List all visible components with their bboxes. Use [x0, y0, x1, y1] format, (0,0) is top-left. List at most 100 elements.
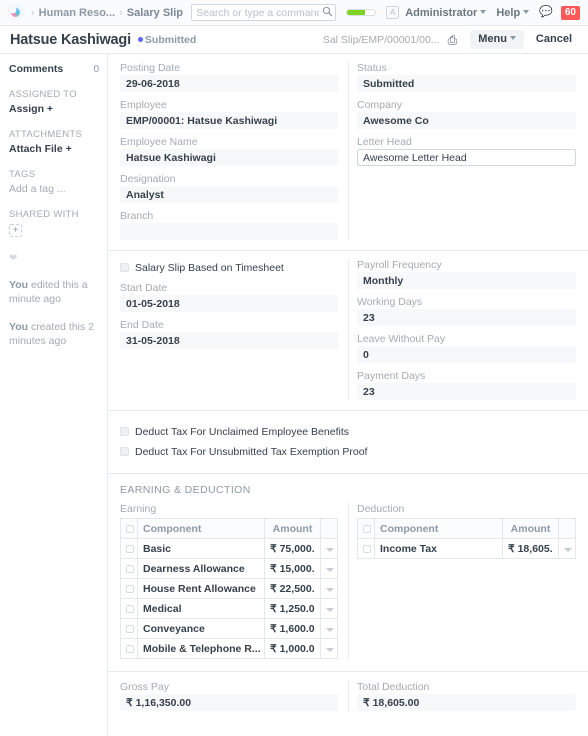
table-row[interactable]: Basic ₹ 75,000. — [120, 538, 338, 559]
field-payment-days[interactable]: 23 — [357, 383, 576, 400]
chat-bubble-icon[interactable]: 💬 — [539, 7, 553, 18]
sidebar-assign-button[interactable]: Assign + — [9, 103, 99, 115]
table-row[interactable]: House Rent Allowance ₹ 22,500. — [120, 578, 338, 599]
field-status[interactable]: Submitted — [357, 75, 576, 92]
frappe-logo-icon[interactable] — [8, 5, 23, 20]
field-total-deduction[interactable]: ₹ 18,605.00 — [357, 694, 576, 711]
checkbox-row-earning[interactable] — [126, 624, 134, 633]
checkbox-row-earning[interactable] — [126, 644, 134, 653]
earning-row-checkbox-cell[interactable] — [120, 598, 138, 619]
checkbox-select-all-deduction[interactable] — [363, 524, 371, 533]
earning-component-cell[interactable]: Mobile & Telephone R... — [137, 638, 265, 659]
deduction-component-cell[interactable]: Income Tax — [374, 538, 503, 559]
earning-row-checkbox-cell[interactable] — [120, 558, 138, 579]
field-letter-head[interactable]: Awesome Letter Head — [357, 149, 576, 166]
form-section-earning-deduction: EARNING & DEDUCTION Earning Component Am… — [108, 474, 588, 672]
sidebar-create-log: You created this 2 minutes ago — [9, 320, 99, 348]
earning-row-menu[interactable] — [320, 558, 338, 579]
field-gross-pay[interactable]: ₹ 1,16,350.00 — [120, 694, 338, 711]
earning-row-checkbox-cell[interactable] — [120, 578, 138, 599]
deduction-amount-cell[interactable]: ₹ 18,605. — [502, 538, 559, 559]
earning-row-checkbox-cell[interactable] — [120, 538, 138, 559]
sidebar-add-tag-button[interactable]: Add a tag ... — [9, 183, 99, 195]
field-working-days[interactable]: 23 — [357, 309, 576, 326]
user-menu[interactable]: Administrator — [405, 7, 487, 19]
chevron-down-icon[interactable] — [326, 627, 334, 632]
breadcrumb-salary-slip[interactable]: Salary Slip — [127, 7, 183, 19]
earning-row-checkbox-cell[interactable] — [120, 618, 138, 639]
unsubmitted-proof-row[interactable]: Deduct Tax For Unsubmitted Tax Exemption… — [120, 445, 374, 459]
field-branch[interactable] — [120, 223, 338, 240]
heart-icon[interactable]: ❤ — [9, 253, 99, 264]
chevron-down-icon[interactable] — [326, 567, 334, 572]
earning-component-cell[interactable]: Basic — [137, 538, 265, 559]
earning-row-menu[interactable] — [320, 598, 338, 619]
checkbox-deduct-tax-unsubmitted-proof[interactable] — [120, 447, 129, 456]
checkbox-salary-slip-timesheet[interactable] — [120, 263, 129, 272]
earning-component-cell[interactable]: House Rent Allowance — [137, 578, 265, 599]
breadcrumb-human-resources[interactable]: Human Reso... — [39, 7, 115, 19]
deduction-amount-header: Amount — [502, 518, 559, 539]
earning-component-cell[interactable]: Conveyance — [137, 618, 265, 639]
earning-row-checkbox-cell[interactable] — [120, 638, 138, 659]
earning-amount-cell[interactable]: ₹ 15,000. — [264, 558, 321, 579]
field-employee-name[interactable]: Hatsue Kashiwagi — [120, 149, 338, 166]
field-start-date[interactable]: 01-05-2018 — [120, 295, 338, 312]
checkbox-row-earning[interactable] — [126, 604, 134, 613]
earning-amount-cell[interactable]: ₹ 75,000. — [264, 538, 321, 559]
menu-button[interactable]: Menu — [470, 30, 524, 49]
earning-component-header: Component — [137, 518, 265, 539]
field-leave-without-pay[interactable]: 0 — [357, 346, 576, 363]
checkbox-row-deduction[interactable] — [363, 544, 371, 553]
chevron-down-icon[interactable] — [326, 547, 334, 552]
earning-row-menu[interactable] — [320, 578, 338, 599]
field-employee[interactable]: EMP/00001: Hatsue Kashiwagi — [120, 112, 338, 129]
deduction-row-checkbox-cell[interactable] — [357, 538, 375, 559]
notification-badge[interactable]: 60 — [560, 5, 580, 20]
earning-component-cell[interactable]: Medical — [137, 598, 265, 619]
cancel-button[interactable]: Cancel — [527, 30, 580, 49]
checkbox-row-earning[interactable] — [126, 564, 134, 573]
earning-amount-cell[interactable]: ₹ 1,600.0 — [264, 618, 321, 639]
sidebar-attach-file-button[interactable]: Attach File + — [9, 143, 99, 155]
earning-row-menu[interactable] — [320, 618, 338, 639]
table-row[interactable]: Dearness Allowance ₹ 15,000. — [120, 558, 338, 579]
chevron-down-icon[interactable] — [326, 587, 334, 592]
earning-component-cell[interactable]: Dearness Allowance — [137, 558, 265, 579]
search-input[interactable] — [191, 4, 337, 21]
table-row[interactable]: Medical ₹ 1,250.0 — [120, 598, 338, 619]
timesheet-checkbox-row[interactable]: Salary Slip Based on Timesheet — [120, 261, 338, 275]
field-payroll-frequency[interactable]: Monthly — [357, 272, 576, 289]
table-row[interactable]: Conveyance ₹ 1,600.0 — [120, 618, 338, 639]
totals-columns: Gross Pay ₹ 1,16,350.00 Total Deduction … — [120, 681, 576, 711]
deduction-select-all-header[interactable] — [357, 518, 375, 539]
earning-amount-cell[interactable]: ₹ 1,250.0 — [264, 598, 321, 619]
checkbox-row-earning[interactable] — [126, 584, 134, 593]
earning-amount-cell[interactable]: ₹ 22,500. — [264, 578, 321, 599]
unclaimed-benefits-row[interactable]: Deduct Tax For Unclaimed Employee Benefi… — [120, 425, 374, 439]
earning-select-all-header[interactable] — [120, 518, 138, 539]
field-designation[interactable]: Analyst — [120, 186, 338, 203]
table-row[interactable]: Mobile & Telephone R... ₹ 1,000.0 — [120, 638, 338, 659]
earning-deduction-columns: Earning Component Amount Basic ₹ 75,000.… — [120, 503, 576, 659]
sidebar-comments-row[interactable]: Comments 0 — [9, 63, 99, 75]
help-menu[interactable]: Help — [496, 7, 530, 19]
checkbox-row-earning[interactable] — [126, 544, 134, 553]
table-row[interactable]: Income Tax ₹ 18,605. — [357, 538, 576, 559]
chevron-down-icon[interactable] — [326, 647, 334, 652]
earning-amount-cell[interactable]: ₹ 1,000.0 — [264, 638, 321, 659]
chevron-down-icon[interactable] — [326, 607, 334, 612]
deduction-table: Component Amount Income Tax ₹ 18,605. — [357, 518, 576, 559]
earning-row-menu[interactable] — [320, 638, 338, 659]
earning-row-menu[interactable] — [320, 538, 338, 559]
chevron-down-icon[interactable] — [564, 547, 572, 552]
checkbox-deduct-tax-unclaimed-benefits[interactable] — [120, 427, 129, 436]
field-posting-date[interactable]: 29-06-2018 — [120, 75, 338, 92]
printer-icon[interactable]: ⎙ — [448, 34, 458, 46]
add-share-icon[interactable]: + — [9, 224, 22, 237]
checkbox-select-all-earning[interactable] — [126, 524, 134, 533]
field-company[interactable]: Awesome Co — [357, 112, 576, 129]
deduction-row-menu[interactable] — [558, 538, 576, 559]
field-end-date[interactable]: 31-05-2018 — [120, 332, 338, 349]
label-payment-days: Payment Days — [357, 370, 426, 382]
